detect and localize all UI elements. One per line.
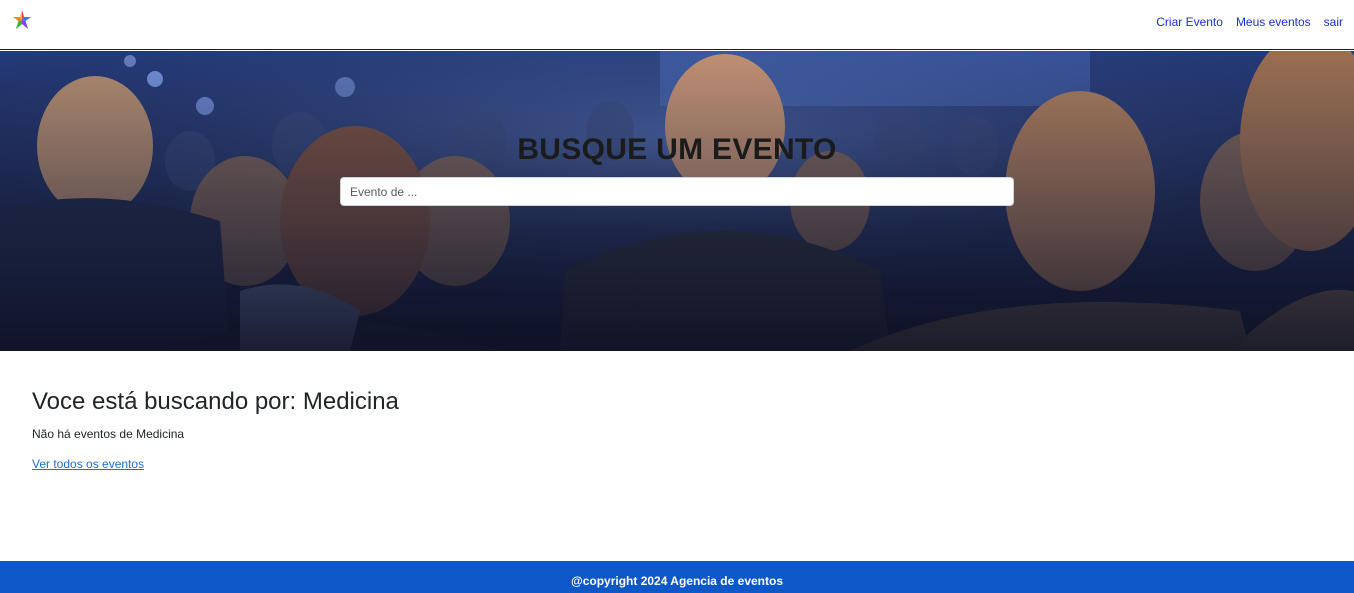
nav-link-criar-evento[interactable]: Criar Evento — [1156, 15, 1223, 29]
see-all-events-link[interactable]: Ver todos os eventos — [32, 457, 144, 471]
results-heading: Voce está buscando por: Medicina — [32, 388, 399, 415]
nav-links: Criar Evento Meus eventos sair — [1156, 15, 1343, 29]
hero-banner: BUSQUE UM EVENTO — [0, 51, 1354, 351]
event-search-input[interactable] — [340, 177, 1014, 206]
nav-link-sair[interactable]: sair — [1324, 15, 1343, 29]
banner-title: BUSQUE UM EVENTO — [517, 133, 837, 166]
no-events-message: Não há eventos de Medicina — [32, 427, 185, 441]
nav-link-meus-eventos[interactable]: Meus eventos — [1236, 15, 1311, 29]
copyright-text: @copyright 2024 Agencia de eventos — [571, 574, 783, 588]
footer: @copyright 2024 Agencia de eventos — [0, 561, 1354, 593]
navbar: Criar Evento Meus eventos sair — [0, 0, 1354, 50]
colorful-star-logo-icon[interactable] — [11, 9, 33, 31]
search-results: Voce está buscando por: Medicina Não há … — [32, 387, 399, 473]
